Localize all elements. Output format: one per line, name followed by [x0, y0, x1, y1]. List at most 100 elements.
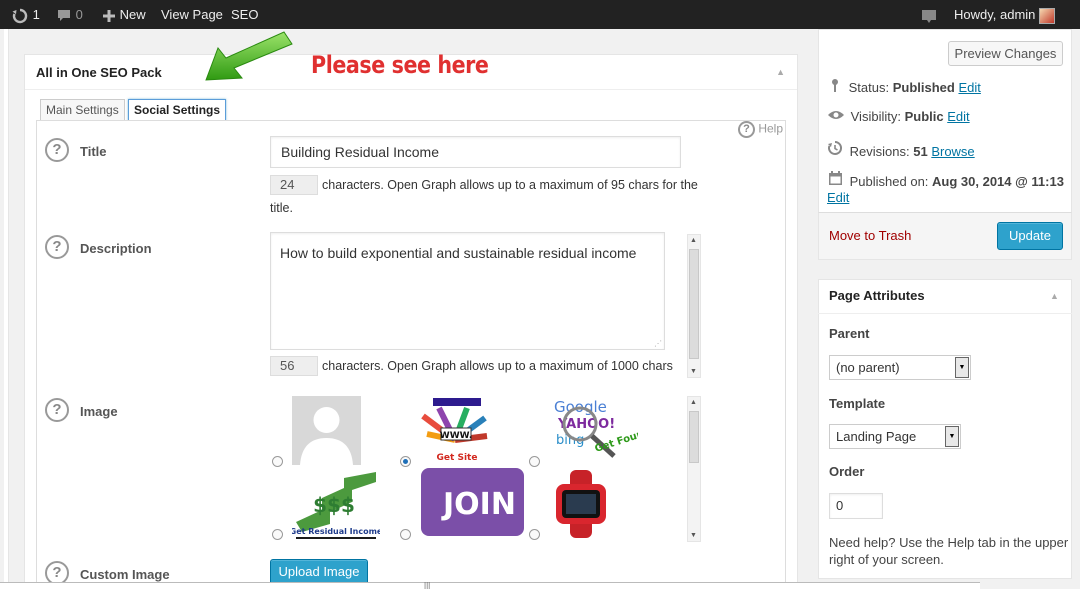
visibility-value: Public — [904, 109, 944, 124]
comment-icon — [56, 7, 76, 22]
title-char-counter: 24 — [270, 175, 318, 195]
template-select-value: Landing Page — [836, 429, 917, 444]
divider — [818, 313, 1072, 314]
image-radio-5[interactable] — [400, 529, 411, 540]
help-icon: ? — [738, 121, 755, 138]
visibility-row: Visibility: Public Edit — [827, 109, 970, 124]
browse-revisions-link[interactable]: Browse — [931, 144, 974, 159]
image-scrollbar[interactable]: ▲ ▼ — [687, 396, 701, 542]
template-label: Template — [829, 396, 886, 411]
description-textarea[interactable]: How to build exponential and sustainable… — [270, 232, 665, 350]
howdy-label: Howdy, admin — [954, 7, 1036, 22]
help-label: Help — [758, 121, 784, 136]
new-content-menu[interactable]: New — [102, 0, 146, 29]
image-radio-4[interactable] — [272, 529, 283, 540]
description-note: characters. Open Graph allows up to a ma… — [322, 359, 673, 373]
thumb-join-text: JOIN H — [441, 487, 524, 522]
page-attributes-help: Need help? Use the Help tab in the upper… — [829, 534, 1068, 568]
image-option-join[interactable]: JOIN H — [421, 468, 524, 538]
description-help-icon[interactable]: ? — [45, 235, 69, 259]
help-text-line2: right of your screen. — [829, 552, 944, 567]
image-radio-3[interactable] — [529, 456, 540, 467]
custom-image-label: Custom Image — [80, 567, 170, 582]
calendar-icon — [828, 171, 843, 189]
plus-icon — [102, 7, 120, 22]
title-help-icon[interactable]: ? — [45, 138, 69, 162]
title-label: Title — [80, 144, 107, 159]
visibility-label: Visibility: — [850, 109, 901, 124]
my-account-menu[interactable]: Howdy, admin — [954, 0, 1056, 29]
status-edit-link[interactable]: Edit — [958, 80, 980, 95]
published-on-row: Published on: Aug 30, 2014 @ 11:13 — [828, 171, 1064, 189]
image-radio-6[interactable] — [529, 529, 540, 540]
description-char-counter: 56 — [270, 356, 318, 376]
new-label: New — [119, 7, 146, 22]
image-option-get-site[interactable]: WWW. Get Site — [419, 396, 491, 464]
history-icon — [827, 140, 843, 159]
help-toggle[interactable]: ? Help — [738, 121, 783, 138]
revisions-value: 51 — [913, 144, 928, 159]
thumb-caption-residual: Get Residual Income — [292, 527, 380, 536]
title-note: characters. Open Graph allows up to a ma… — [322, 178, 698, 192]
image-help-icon[interactable]: ? — [45, 398, 69, 422]
parent-label: Parent — [829, 326, 870, 341]
thumb-caption-get-site: Get Site — [437, 453, 478, 463]
chevron-down-icon: ▼ — [945, 426, 959, 447]
update-button[interactable]: Update — [997, 222, 1063, 250]
view-page-link[interactable]: View Page — [161, 0, 223, 29]
seo-menu[interactable]: SEO — [231, 0, 258, 29]
annotation-text: Please see here — [311, 51, 489, 79]
editor-resize-bar[interactable]: ||| — [0, 582, 980, 589]
description-scrollbar[interactable]: ▲ ▼ — [687, 234, 701, 378]
order-input[interactable]: 0 — [829, 493, 883, 519]
updates-count: 1 — [32, 7, 40, 22]
image-option-get-found[interactable]: Google YAHOO! bing Get Found! — [548, 396, 638, 464]
published-on-value: Aug 30, 2014 @ 11:13 — [932, 174, 1064, 189]
image-radio-1[interactable] — [272, 456, 283, 467]
image-option-smartwatch[interactable] — [552, 470, 610, 538]
thumb-banner-text: WWW. — [440, 431, 472, 441]
eye-icon — [827, 109, 845, 124]
published-on-label: Published on: — [849, 174, 929, 189]
page-attributes-title: Page Attributes — [829, 288, 925, 303]
visibility-edit-link[interactable]: Edit — [947, 109, 969, 124]
chevron-down-icon: ▼ — [955, 357, 969, 378]
status-row: Status: Published Edit — [829, 78, 981, 95]
tab-main-settings[interactable]: Main Settings — [40, 99, 125, 121]
pin-icon — [829, 79, 841, 95]
divider — [25, 89, 797, 90]
resize-handle-icon[interactable]: ⋰ — [654, 339, 662, 348]
preview-changes-button[interactable]: Preview Changes — [948, 41, 1063, 66]
image-option-avatar[interactable] — [292, 396, 361, 465]
content-edge — [4, 29, 9, 589]
parent-select-value: (no parent) — [836, 360, 900, 375]
updates-menu[interactable]: 1 — [11, 0, 40, 29]
revisions-row: Revisions: 51 Browse — [827, 140, 975, 159]
help-text-line1: Need help? Use the Help tab in the upper — [829, 535, 1069, 550]
status-label: Status: — [848, 80, 890, 95]
parent-select[interactable]: (no parent) ▼ — [829, 355, 971, 380]
collapse-toggle-icon[interactable]: ▲ — [776, 67, 785, 77]
comments-count: 0 — [75, 7, 83, 22]
page-attributes-toggle-icon[interactable]: ▲ — [1050, 291, 1059, 301]
order-label: Order — [829, 464, 865, 479]
published-on-edit-link[interactable]: Edit — [827, 190, 849, 205]
green-arrow-icon — [205, 31, 293, 81]
title-note-cont: title. — [270, 201, 293, 215]
svg-text:$$$: $$$ — [313, 493, 355, 517]
comments-menu[interactable]: 0 — [56, 0, 83, 29]
avatar — [1039, 7, 1056, 24]
notification-icon[interactable] — [921, 0, 937, 29]
admin-bar: 1 0 New View Page SEO Howdy, admin — [0, 0, 1080, 29]
description-label: Description — [80, 241, 152, 256]
status-value: Published — [892, 80, 955, 95]
template-select[interactable]: Landing Page ▼ — [829, 424, 961, 449]
updates-icon — [11, 7, 33, 23]
image-radio-2[interactable] — [400, 456, 411, 467]
move-to-trash-link[interactable]: Move to Trash — [829, 228, 911, 243]
image-label: Image — [80, 404, 118, 419]
revisions-label: Revisions: — [849, 144, 910, 159]
title-input[interactable]: Building Residual Income — [270, 136, 681, 168]
tab-social-settings[interactable]: Social Settings — [128, 99, 227, 121]
image-option-residual-income[interactable]: $$$ Get Residual Income — [292, 470, 380, 540]
